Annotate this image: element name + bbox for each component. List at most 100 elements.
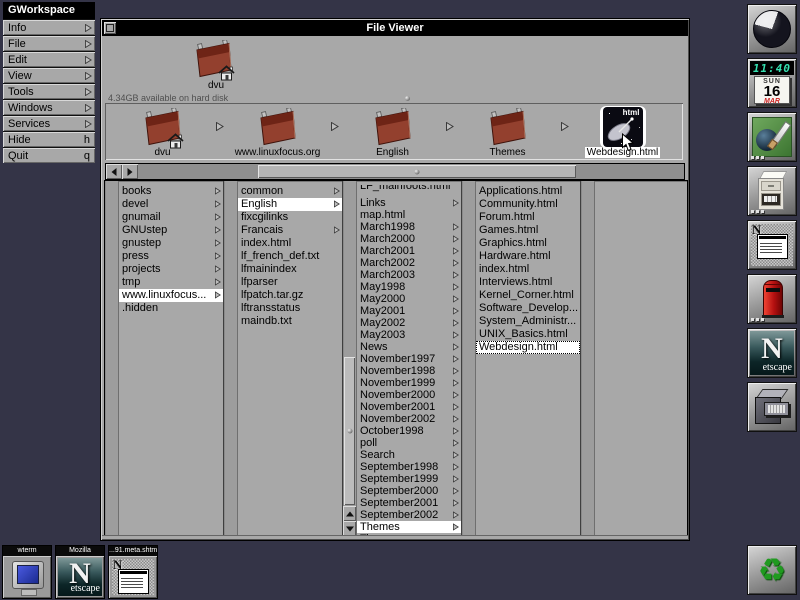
- shelf-item-english[interactable]: English: [335, 103, 450, 160]
- file-item-lf-french-def-txt[interactable]: lf_french_def.txt: [238, 250, 342, 263]
- column-scroller-column-1[interactable]: [105, 181, 119, 536]
- file-item-press[interactable]: press: [119, 250, 223, 263]
- file-item-software-develop[interactable]: Software_Develop...: [476, 302, 580, 315]
- shelf-item-webdesign-html[interactable]: htmlWebdesign.html: [565, 103, 680, 160]
- file-item-lf-mainfoots-html[interactable]: LF_mainfoots.html: [357, 185, 461, 197]
- file-item-may1998[interactable]: May1998: [357, 281, 461, 293]
- file-item-devel[interactable]: devel: [119, 198, 223, 211]
- file-item-search[interactable]: Search: [357, 449, 461, 461]
- menu-title[interactable]: GWorkspace: [3, 2, 95, 19]
- menu-item-view[interactable]: View: [3, 68, 95, 83]
- file-item-projects[interactable]: projects: [119, 263, 223, 276]
- file-item-www-linuxfocus[interactable]: www.linuxfocus...: [119, 289, 223, 302]
- file-item-themes[interactable]: Themes: [357, 521, 461, 533]
- file-item-march2001[interactable]: March2001: [357, 245, 461, 257]
- file-item-march2002[interactable]: March2002: [357, 257, 461, 269]
- menu-item-quit[interactable]: Quitq: [3, 148, 95, 163]
- file-item-march1998[interactable]: March1998: [357, 221, 461, 233]
- menu-item-services[interactable]: Services: [3, 116, 95, 131]
- file-item-community-html[interactable]: Community.html: [476, 198, 580, 211]
- dock-tile-clock-calendar[interactable]: 11:40 SUN 16 MAR: [747, 58, 797, 108]
- file-item-lftransstatus[interactable]: lftransstatus: [238, 302, 342, 315]
- file-item-gnustep[interactable]: GNUstep: [119, 224, 223, 237]
- file-item-tmp[interactable]: tmp: [119, 276, 223, 289]
- file-item-lfparser[interactable]: lfparser: [238, 276, 342, 289]
- file-item-november2001[interactable]: November2001: [357, 401, 461, 413]
- scroll-down-button[interactable]: [343, 521, 356, 536]
- file-item-webdesign-html[interactable]: Webdesign.html: [476, 341, 580, 354]
- file-item-september2002[interactable]: September2002: [357, 509, 461, 521]
- file-item-november1998[interactable]: November1998: [357, 365, 461, 377]
- dock-tile-paint[interactable]: [747, 112, 797, 162]
- menu-item-hide[interactable]: Hideh: [3, 132, 95, 147]
- file-item-forum-html[interactable]: Forum.html: [476, 211, 580, 224]
- dock-tile-white-cabinet[interactable]: [747, 166, 797, 216]
- file-item-poll[interactable]: poll: [357, 437, 461, 449]
- file-item-september1998[interactable]: September1998: [357, 461, 461, 473]
- shelf-item-themes[interactable]: Themes: [450, 103, 565, 160]
- file-item-index-html[interactable]: index.html: [476, 263, 580, 276]
- file-item-francais[interactable]: Francais: [238, 224, 342, 237]
- dock-tile-recycler[interactable]: ♻: [747, 545, 797, 595]
- menu-item-info[interactable]: Info: [3, 20, 95, 35]
- column-scroller-column-4[interactable]: [462, 181, 476, 536]
- dock-tile-netscape[interactable]: N etscape: [747, 328, 797, 378]
- column-scroller-column-3[interactable]: [343, 181, 357, 536]
- dock-tile-gray-cabinet[interactable]: [747, 382, 797, 432]
- scroll-left-button[interactable]: [106, 164, 122, 179]
- file-item-may2003[interactable]: May2003: [357, 329, 461, 341]
- file-item-map-html[interactable]: map.html: [357, 209, 461, 221]
- file-item-march2000[interactable]: March2000: [357, 233, 461, 245]
- vertical-scroll-knob[interactable]: [344, 357, 355, 505]
- file-item-may2001[interactable]: May2001: [357, 305, 461, 317]
- shelf-item-www-linuxfocus-org[interactable]: www.linuxfocus.org: [220, 103, 335, 160]
- dock-tile-dithered-window[interactable]: N: [747, 220, 797, 270]
- file-item-gnumail[interactable]: gnumail: [119, 211, 223, 224]
- file-item-may2000[interactable]: May2000: [357, 293, 461, 305]
- menu-item-edit[interactable]: Edit: [3, 52, 95, 67]
- file-item-links[interactable]: Links: [357, 197, 461, 209]
- shelf-item-dvu[interactable]: dvu: [105, 103, 220, 160]
- dock-tile-pie-sphere[interactable]: [747, 4, 797, 54]
- window-titlebar[interactable]: File Viewer: [102, 20, 688, 36]
- scroll-up-button[interactable]: [343, 506, 356, 521]
- scroll-right-button[interactable]: [122, 164, 138, 179]
- file-item-graphics-html[interactable]: Graphics.html: [476, 237, 580, 250]
- file-item-fixcgilinks[interactable]: fixcgilinks: [238, 211, 342, 224]
- file-item-november2000[interactable]: November2000: [357, 389, 461, 401]
- column-scroller-column-2[interactable]: [224, 181, 238, 536]
- file-item-lfpatch-tar-gz[interactable]: lfpatch.tar.gz: [238, 289, 342, 302]
- file-item-games-html[interactable]: Games.html: [476, 224, 580, 237]
- column-scroller-column-5[interactable]: [581, 181, 595, 536]
- file-item-september2001[interactable]: September2001: [357, 497, 461, 509]
- dock-tile-postbox[interactable]: [747, 274, 797, 324]
- file-item-english[interactable]: English: [238, 198, 342, 211]
- file-item-may2002[interactable]: May2002: [357, 317, 461, 329]
- file-item-hardware-html[interactable]: Hardware.html: [476, 250, 580, 263]
- miniwindow-91-meta-shtml[interactable]: ...91.meta.shtml N: [108, 545, 158, 599]
- file-item-hidden[interactable]: .hidden: [119, 302, 223, 315]
- file-item-september1999[interactable]: September1999: [357, 473, 461, 485]
- file-item-november2002[interactable]: November2002: [357, 413, 461, 425]
- menu-item-windows[interactable]: Windows: [3, 100, 95, 115]
- file-item-march2003[interactable]: March2003: [357, 269, 461, 281]
- file-item-maindb-txt[interactable]: maindb.txt: [238, 315, 342, 328]
- file-item-november1997[interactable]: November1997: [357, 353, 461, 365]
- file-item-november1999[interactable]: November1999: [357, 377, 461, 389]
- menu-item-tools[interactable]: Tools: [3, 84, 95, 99]
- miniwindow-wterm[interactable]: wterm: [2, 545, 52, 599]
- file-item-lfmainindex[interactable]: lfmainindex: [238, 263, 342, 276]
- file-item-unix-basics-html[interactable]: UNIX_Basics.html: [476, 328, 580, 341]
- file-item-system-administr[interactable]: System_Administr...: [476, 315, 580, 328]
- file-item-interviews-html[interactable]: Interviews.html: [476, 276, 580, 289]
- file-item-news[interactable]: News: [357, 341, 461, 353]
- horizontal-scroll-knob[interactable]: [258, 165, 576, 178]
- miniaturize-button[interactable]: [104, 22, 116, 34]
- window-resize-bar[interactable]: [102, 535, 688, 539]
- file-item-october1998[interactable]: October1998: [357, 425, 461, 437]
- file-item-common[interactable]: common: [238, 185, 342, 198]
- file-item-index-html[interactable]: index.html: [238, 237, 342, 250]
- file-item-books[interactable]: books: [119, 185, 223, 198]
- file-item-gnustep[interactable]: gnustep: [119, 237, 223, 250]
- current-folder-icon[interactable]: [194, 40, 238, 80]
